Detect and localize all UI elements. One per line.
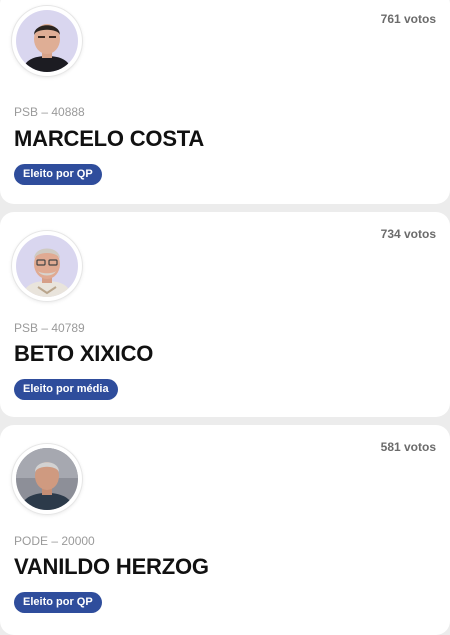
party-number: PODE – 20000 [14, 534, 95, 548]
party-number: PSB – 40888 [14, 105, 85, 119]
avatar [12, 6, 82, 76]
party-number: PSB – 40789 [14, 321, 85, 335]
candidate-photo [16, 235, 78, 297]
vote-count: 581 votos [380, 440, 436, 454]
vote-count: 734 votos [380, 227, 436, 241]
vote-count: 761 votos [380, 12, 436, 26]
status-badge: Eleito por QP [14, 164, 102, 185]
candidate-list: 761 votos PSB – 40888 MARCELO COSTA Elei… [0, 0, 450, 635]
candidate-name: BETO XIXICO [14, 341, 154, 366]
candidate-photo [16, 448, 78, 510]
candidate-photo [16, 10, 78, 72]
avatar [12, 444, 82, 514]
status-badge: Eleito por QP [14, 592, 102, 613]
candidate-card[interactable]: 761 votos PSB – 40888 MARCELO COSTA Elei… [0, 0, 450, 204]
avatar [12, 231, 82, 301]
candidate-card[interactable]: 581 votos PODE – 20000 VANILDO HERZOG El… [0, 425, 450, 635]
candidate-name: MARCELO COSTA [14, 126, 205, 151]
candidate-card[interactable]: 734 votos PSB – 40789 BETO XIXICO Eleito… [0, 212, 450, 417]
status-badge: Eleito por média [14, 379, 118, 400]
candidate-name: VANILDO HERZOG [14, 554, 209, 579]
